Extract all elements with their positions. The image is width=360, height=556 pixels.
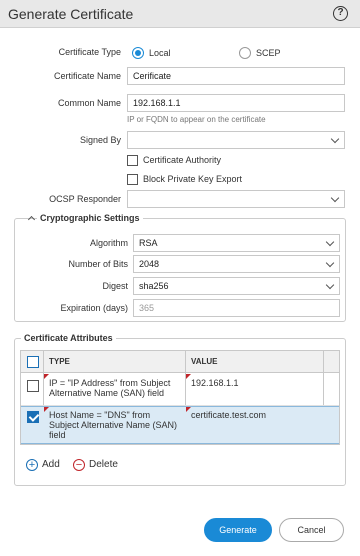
block-private-key-export-checkbox[interactable] <box>127 174 138 185</box>
add-button[interactable]: Add <box>42 459 60 470</box>
table-row[interactable]: Host Name = "DNS" from Subject Alternati… <box>21 406 339 444</box>
radio-scep-label: SCEP <box>256 48 281 58</box>
add-icon[interactable]: + <box>26 459 38 471</box>
signed-by-select[interactable] <box>127 131 345 149</box>
chevron-down-icon <box>325 258 335 268</box>
table-header: TYPE VALUE <box>21 351 339 373</box>
chevron-down-icon <box>325 237 335 247</box>
column-header-type[interactable]: TYPE <box>49 357 70 366</box>
certificate-name-input[interactable]: Cerificate <box>127 67 345 85</box>
algorithm-label: Algorithm <box>89 238 128 248</box>
ocsp-responder-select[interactable] <box>127 190 345 208</box>
number-of-bits-value: 2048 <box>139 259 160 269</box>
expiration-label: Expiration (days) <box>60 303 128 313</box>
table-row[interactable]: IP = "IP Address" from Subject Alternati… <box>21 374 339 406</box>
certificate-authority-checkbox[interactable] <box>127 155 138 166</box>
row-checkbox[interactable] <box>27 380 39 392</box>
common-name-label: Common Name <box>57 98 121 108</box>
common-name-hint: IP or FQDN to appear on the certificate <box>127 115 266 124</box>
radio-scep[interactable] <box>239 47 251 59</box>
digest-select[interactable]: sha256 <box>133 277 340 295</box>
cryptographic-settings-title: Cryptographic Settings <box>37 213 143 223</box>
block-private-key-export-label: Block Private Key Export <box>143 174 243 184</box>
chevron-down-icon <box>330 193 340 203</box>
dialog-title: Generate Certificate <box>8 6 134 22</box>
digest-label: Digest <box>102 281 128 291</box>
certificate-attributes-title: Certificate Attributes <box>21 333 116 343</box>
chevron-down-icon <box>330 134 340 144</box>
select-all-checkbox[interactable] <box>27 356 39 368</box>
digest-value: sha256 <box>139 281 169 291</box>
radio-local[interactable] <box>132 47 144 59</box>
cancel-button[interactable]: Cancel <box>279 518 344 542</box>
ocsp-responder-label: OCSP Responder <box>49 194 121 204</box>
expiration-input[interactable]: 365 <box>133 299 340 317</box>
column-header-value[interactable]: VALUE <box>191 357 218 366</box>
dialog-titlebar: Generate Certificate ? <box>0 0 360 28</box>
row-type: IP = "IP Address" from Subject Alternati… <box>49 378 171 398</box>
algorithm-value: RSA <box>139 238 158 248</box>
radio-local-label: Local <box>149 48 171 58</box>
certificate-name-label: Certificate Name <box>53 71 121 81</box>
help-icon[interactable]: ? <box>333 6 348 21</box>
row-type: Host Name = "DNS" from Subject Alternati… <box>49 410 178 440</box>
certificate-authority-label: Certificate Authority <box>143 155 222 165</box>
delete-button[interactable]: Delete <box>89 459 118 470</box>
delete-icon[interactable]: − <box>73 459 85 471</box>
chevron-down-icon <box>325 280 335 290</box>
signed-by-label: Signed By <box>79 135 121 145</box>
common-name-input[interactable]: 192.168.1.1 <box>127 94 345 112</box>
certificate-type-label: Certificate Type <box>58 47 121 57</box>
generate-button[interactable]: Generate <box>204 518 272 542</box>
number-of-bits-select[interactable]: 2048 <box>133 255 340 273</box>
certificate-attributes-table: TYPE VALUE IP = "IP Address" from Subjec… <box>20 350 340 445</box>
table-toolbar: + Add − Delete <box>20 455 340 477</box>
row-value: 192.168.1.1 <box>191 378 239 388</box>
algorithm-select[interactable]: RSA <box>133 234 340 252</box>
row-checkbox[interactable] <box>27 411 39 423</box>
row-value: certificate.test.com <box>191 410 267 420</box>
number-of-bits-label: Number of Bits <box>68 259 128 269</box>
